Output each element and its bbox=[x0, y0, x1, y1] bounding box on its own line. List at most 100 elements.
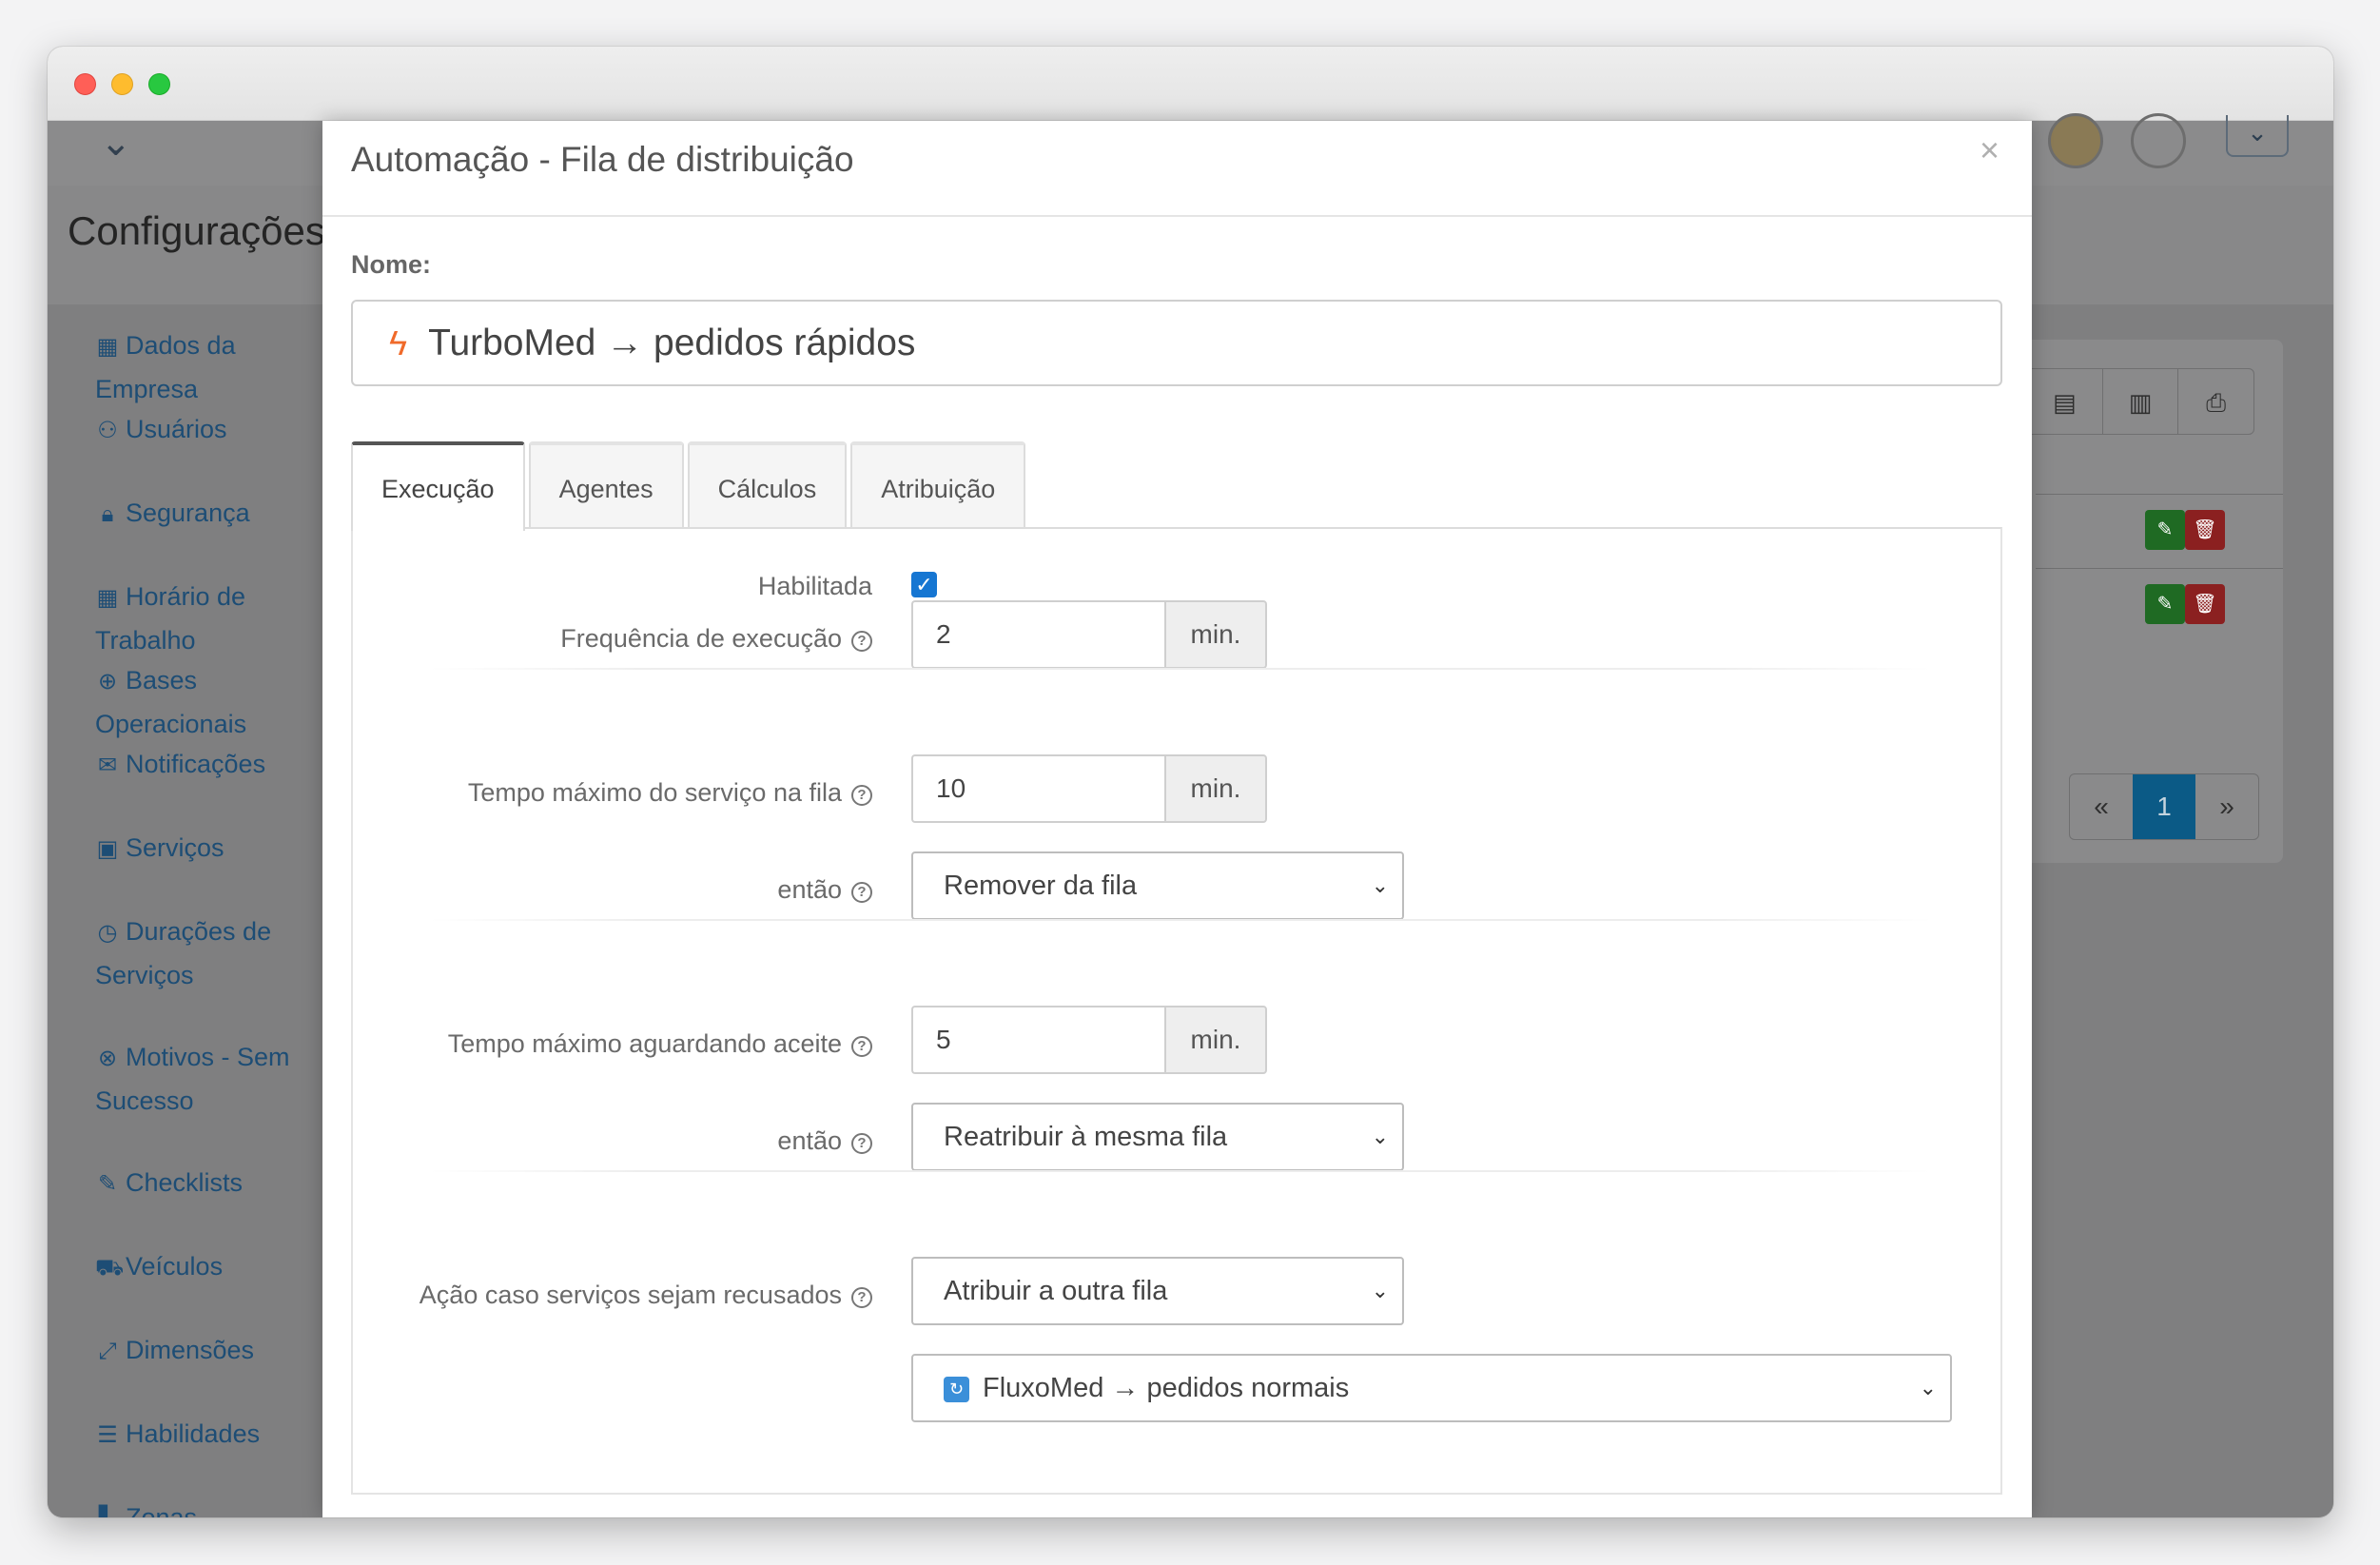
divider bbox=[429, 1170, 1932, 1172]
trash-icon[interactable]: 🗑︎ bbox=[2185, 584, 2225, 624]
max-accept-label: Tempo máximo aguardando aceite? bbox=[448, 1029, 872, 1059]
sidebar-item-habilidades[interactable]: ☰ Habilidades bbox=[95, 1413, 323, 1457]
sidebar-item-label: Habilidades bbox=[126, 1419, 261, 1448]
max-accept-input[interactable]: 5 bbox=[911, 1006, 1164, 1074]
sidebar-item-checklists[interactable]: ✎ Checklists bbox=[95, 1162, 323, 1205]
unit-addon: min. bbox=[1164, 754, 1267, 823]
avatar[interactable] bbox=[2048, 113, 2103, 168]
edit-icon[interactable]: ✎ bbox=[2145, 584, 2185, 624]
sidebar-item-label: Dimensões bbox=[126, 1336, 255, 1364]
sidebar-item-zonas[interactable]: ▚ Zonas bbox=[95, 1497, 323, 1517]
pdf-export-icon[interactable]: ▥ bbox=[2101, 369, 2178, 434]
sidebar-item-label: Durações de Serviços bbox=[95, 917, 272, 989]
frequency-input-group: 2 min. bbox=[911, 600, 1267, 669]
users-icon: ⚇ bbox=[97, 418, 118, 443]
tab-agentes[interactable]: Agentes bbox=[528, 441, 684, 529]
help-icon[interactable]: ? bbox=[851, 631, 872, 652]
tab-bar: Execução Agentes Cálculos Atribuição bbox=[351, 441, 1029, 531]
queue-icon: ↻ bbox=[944, 1377, 969, 1402]
minimize-window-button[interactable] bbox=[111, 73, 133, 95]
sidebar-item-seguranca[interactable]: 🔒︎ Segurança bbox=[95, 492, 323, 536]
then-reassign-select[interactable]: Reatribuir à mesma fila ⌄ bbox=[911, 1103, 1404, 1171]
max-service-input[interactable]: 10 bbox=[911, 754, 1164, 823]
modal-title: Automação - Fila de distribuição bbox=[351, 140, 854, 179]
trash-icon[interactable]: 🗑︎ bbox=[2185, 510, 2225, 550]
max-service-label: Tempo máximo do serviço na fila? bbox=[468, 778, 872, 808]
page-title: Configurações bbox=[68, 208, 325, 253]
envelope-icon: ✉ bbox=[97, 753, 118, 778]
building-icon: ▦ bbox=[96, 334, 119, 360]
then-label: então? bbox=[777, 875, 872, 905]
sidebar-item-horario[interactable]: ▦ Horário de Trabalho bbox=[95, 576, 323, 661]
sidebar-item-label: Segurança bbox=[126, 499, 250, 527]
help-icon[interactable]: ? bbox=[851, 785, 872, 806]
then-remove-select[interactable]: Remover da fila ⌄ bbox=[911, 851, 1404, 920]
expand-icon: ⤢ bbox=[98, 1339, 117, 1364]
print-icon[interactable]: ⎙ bbox=[2177, 369, 2253, 434]
name-value: TurboMed → pedidos rápidos bbox=[428, 322, 916, 363]
help-icon[interactable]: ? bbox=[851, 1036, 872, 1057]
refused-action-select[interactable]: Atribuir a outra fila ⌄ bbox=[911, 1257, 1404, 1325]
name-label: Nome: bbox=[351, 250, 432, 279]
name-field[interactable]: ϟ TurboMed → pedidos rápidos bbox=[351, 300, 2002, 386]
enabled-label: Habilitada bbox=[757, 572, 872, 600]
export-button-group: ▤ ▥ ⎙ bbox=[2026, 368, 2254, 435]
then-label: então? bbox=[777, 1126, 872, 1156]
browser-window: ⌄ ⌄ Configurações ▦ Dados da Empresa ⚇ Usu… bbox=[48, 47, 2333, 1517]
sidebar-item-servicos[interactable]: ▣ Serviços bbox=[95, 827, 323, 871]
help-icon[interactable]: ? bbox=[851, 1287, 872, 1308]
unit-addon: min. bbox=[1164, 600, 1267, 669]
chevron-down-icon: ⌄ bbox=[1371, 1279, 1389, 1302]
max-service-input-group: 10 min. bbox=[911, 754, 1267, 823]
truck-icon: ⛟ bbox=[95, 1255, 125, 1281]
calendar-icon: ▦ bbox=[96, 585, 119, 611]
sidebar-item-notificacoes[interactable]: ✉ Notificações bbox=[95, 743, 323, 787]
pagination-page[interactable]: 1 bbox=[2133, 774, 2195, 839]
chevron-down-icon: ⌄ bbox=[1371, 873, 1389, 897]
sidebar-item-label: Serviços bbox=[126, 833, 224, 862]
table-row: ✎ 🗑︎ bbox=[2036, 494, 2283, 568]
chevron-down-icon: ⌄ bbox=[1919, 1376, 1937, 1399]
map-icon: ▚ bbox=[95, 1498, 120, 1517]
frequency-input[interactable]: 2 bbox=[911, 600, 1164, 669]
unit-addon: min. bbox=[1164, 1006, 1267, 1074]
sidebar-item-usuarios[interactable]: ⚇ Usuários bbox=[95, 408, 323, 452]
help-circle-icon[interactable] bbox=[2131, 113, 2186, 168]
sidebar-item-label: Checklists bbox=[126, 1168, 244, 1197]
briefcase-icon: ▣ bbox=[96, 836, 119, 862]
pagination: « 1 » bbox=[2069, 773, 2259, 840]
sidebar-item-motivos[interactable]: ⊗ Motivos - Sem Sucesso bbox=[95, 1036, 323, 1122]
divider bbox=[429, 668, 1932, 670]
excel-export-icon[interactable]: ▤ bbox=[2027, 369, 2102, 434]
edit-icon[interactable]: ✎ bbox=[2145, 510, 2185, 550]
enabled-checkbox[interactable]: ✓ bbox=[911, 572, 937, 597]
tab-atribuicao[interactable]: Atribuição bbox=[850, 441, 1026, 529]
sidebar-item-dimensoes[interactable]: ⤢ Dimensões bbox=[95, 1329, 323, 1373]
sidebar-item-bases[interactable]: ⊕ Bases Operacionais bbox=[95, 659, 323, 745]
pagination-next[interactable]: » bbox=[2195, 774, 2258, 839]
sidebar-item-dados-empresa[interactable]: ▦ Dados da Empresa bbox=[95, 324, 323, 410]
table-row: ✎ 🗑︎ bbox=[2036, 568, 2283, 642]
edit-icon: ✎ bbox=[97, 1171, 118, 1197]
chevron-down-icon[interactable]: ⌄ bbox=[100, 121, 132, 165]
sidebar-item-label: Zonas bbox=[126, 1503, 198, 1517]
target-queue-select[interactable]: ↻ FluxoMed → pedidos normais ⌄ bbox=[911, 1354, 1952, 1422]
tab-panel-execucao: Habilitada ✓ Frequência de execução? 2 m… bbox=[351, 527, 2002, 1495]
user-menu-chevron-icon[interactable]: ⌄ bbox=[2226, 115, 2289, 157]
help-icon[interactable]: ? bbox=[851, 882, 872, 903]
help-icon[interactable]: ? bbox=[851, 1133, 872, 1154]
close-window-button[interactable] bbox=[74, 73, 96, 95]
tab-execucao[interactable]: Execução bbox=[351, 441, 525, 531]
maximize-window-button[interactable] bbox=[148, 73, 170, 95]
sidebar-item-veiculos[interactable]: ⛟Veículos bbox=[95, 1245, 323, 1289]
close-icon[interactable]: × bbox=[1980, 130, 2000, 170]
sidebar-item-duracoes[interactable]: ◷ Durações de Serviços bbox=[95, 910, 323, 996]
sidebar-item-label: Usuários bbox=[126, 415, 227, 443]
pagination-prev[interactable]: « bbox=[2070, 774, 2133, 839]
clock-icon: ◷ bbox=[97, 920, 118, 946]
lightning-icon: ϟ bbox=[389, 323, 408, 362]
sidebar-item-label: Motivos - Sem Sucesso bbox=[95, 1043, 290, 1115]
automation-modal: Automação - Fila de distribuição × Nome:… bbox=[322, 121, 2032, 1517]
window-titlebar bbox=[48, 47, 2333, 121]
tab-calculos[interactable]: Cálculos bbox=[687, 441, 848, 529]
